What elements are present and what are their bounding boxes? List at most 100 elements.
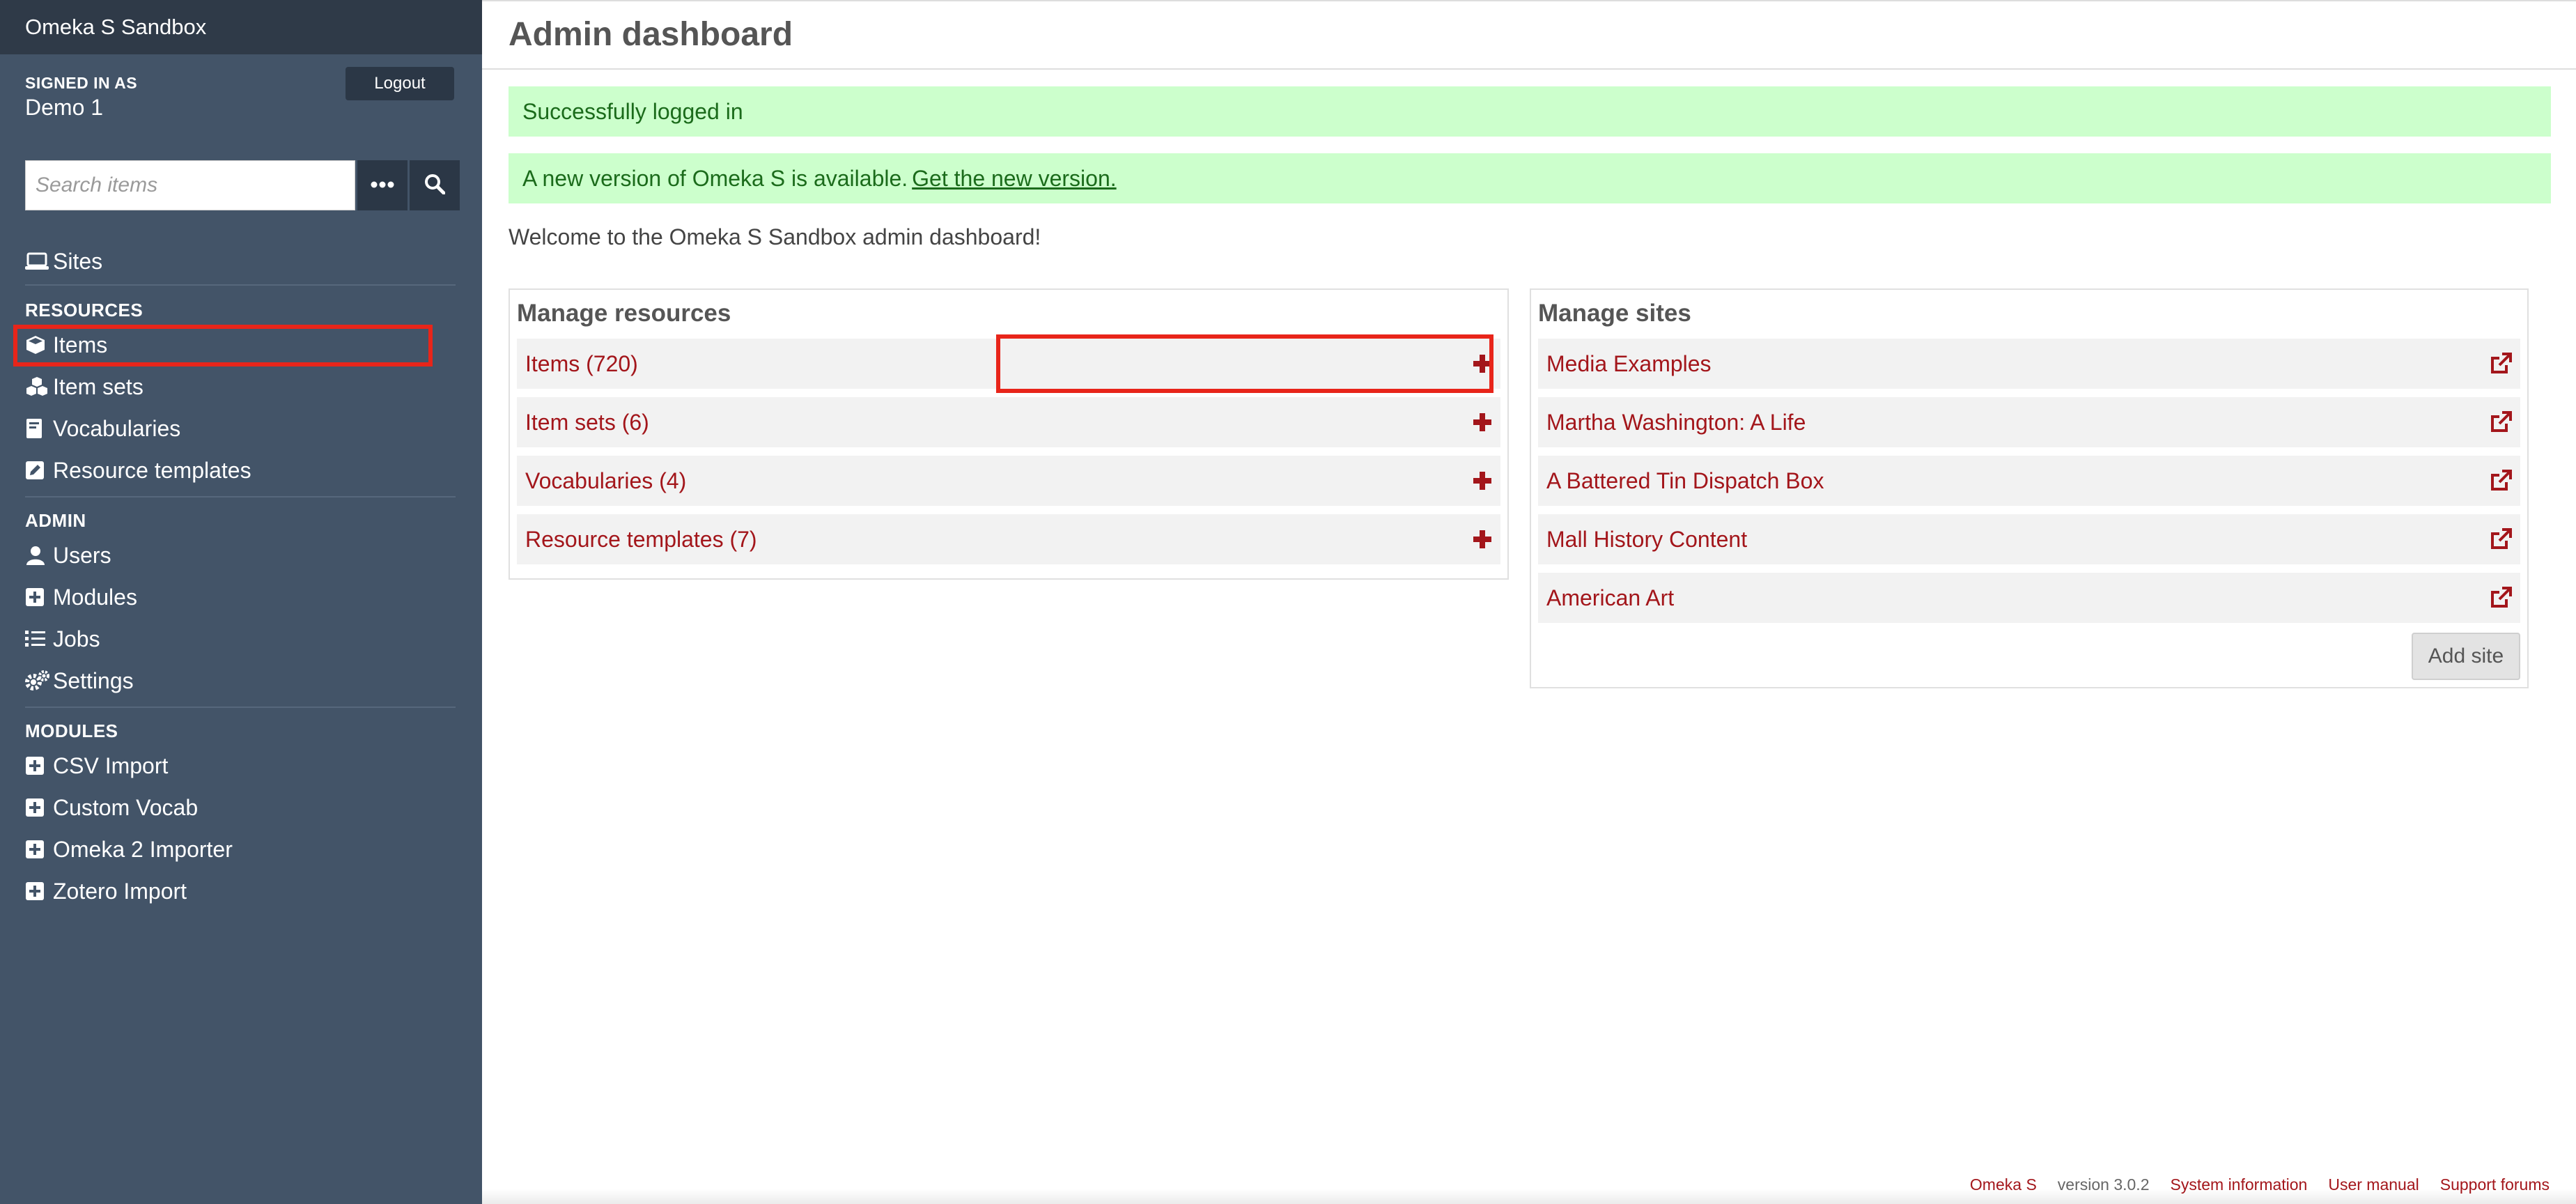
add-site-button[interactable]: Add site <box>2412 633 2520 680</box>
footer-manual-link[interactable]: User manual <box>2328 1175 2419 1194</box>
divider <box>25 496 456 497</box>
site-link[interactable]: A Battered Tin Dispatch Box <box>1546 468 1824 494</box>
footer-version: version 3.0.2 <box>2057 1175 2150 1194</box>
laptop-icon <box>25 252 53 270</box>
manage-resources-panel: Manage resources Items (720) Item sets (… <box>509 288 1509 580</box>
external-link-icon[interactable] <box>2490 528 2512 550</box>
highlight-box <box>13 325 433 366</box>
resource-row-resource-templates[interactable]: Resource templates (7) <box>517 514 1500 564</box>
plus-icon[interactable] <box>1473 530 1492 549</box>
plus-square-icon <box>25 798 53 817</box>
sidebar-item-label: Users <box>53 542 111 568</box>
site-row[interactable]: Mall History Content <box>1538 514 2520 564</box>
update-link[interactable]: Get the new version. <box>912 166 1116 192</box>
site-link[interactable]: Mall History Content <box>1546 527 1747 553</box>
resource-row-item-sets[interactable]: Item sets (6) <box>517 397 1500 447</box>
tasks-icon <box>25 629 53 649</box>
sidebar-item-label: Modules <box>53 584 137 610</box>
divider <box>25 284 456 286</box>
sidebar-item-zotero-import[interactable]: Zotero Import <box>25 875 187 907</box>
site-link[interactable]: Martha Washington: A Life <box>1546 410 1806 435</box>
edit-icon <box>25 461 53 480</box>
footer-system-info-link[interactable]: System information <box>2171 1175 2308 1194</box>
sidebar-item-vocabularies[interactable]: Vocabularies <box>25 412 180 445</box>
welcome-text: Welcome to the Omeka S Sandbox admin das… <box>509 224 1041 249</box>
sidebar-item-label: Vocabularies <box>53 415 181 441</box>
advanced-search-button[interactable] <box>357 160 408 210</box>
main-content: Admin dashboard Successfully logged in A… <box>482 0 2576 1204</box>
cogs-icon <box>25 670 53 691</box>
sidebar-item-label: Resource templates <box>53 457 251 483</box>
highlight-box <box>996 334 1493 393</box>
site-link[interactable]: American Art <box>1546 585 1674 611</box>
manage-sites-panel: Manage sites Media Examples Martha Washi… <box>1530 288 2529 688</box>
sidebar-item-sites[interactable]: Sites <box>25 245 102 277</box>
external-link-icon[interactable] <box>2490 353 2512 375</box>
plus-icon[interactable] <box>1473 412 1492 432</box>
resource-link[interactable]: Resource templates (7) <box>525 527 757 553</box>
user-icon <box>25 545 53 566</box>
update-message-text: A new version of Omeka S is available. <box>522 165 908 191</box>
footer-omeka-link[interactable]: Omeka S <box>1970 1175 2037 1194</box>
divider <box>25 707 456 708</box>
sidebar-item-jobs[interactable]: Jobs <box>25 623 100 655</box>
sidebar-item-users[interactable]: Users <box>25 539 111 571</box>
sidebar-item-csv-import[interactable]: CSV Import <box>25 750 168 782</box>
manage-resources-title: Manage resources <box>517 300 731 327</box>
resource-link[interactable]: Items (720) <box>525 351 638 377</box>
external-link-icon[interactable] <box>2490 587 2512 609</box>
success-message: Successfully logged in <box>509 86 2551 137</box>
plus-square-icon <box>25 756 53 775</box>
sidebar-item-label: Jobs <box>53 626 100 651</box>
sidebar-item-item-sets[interactable]: Item sets <box>25 371 143 403</box>
external-link-icon[interactable] <box>2490 470 2512 492</box>
external-link-icon[interactable] <box>2490 411 2512 433</box>
user-name[interactable]: Demo 1 <box>25 95 103 121</box>
site-row[interactable]: American Art <box>1538 573 2520 623</box>
resource-row-vocabularies[interactable]: Vocabularies (4) <box>517 456 1500 506</box>
footer-forums-link[interactable]: Support forums <box>2440 1175 2550 1194</box>
plus-square-icon <box>25 587 53 607</box>
search-input[interactable] <box>25 160 355 210</box>
sidebar-item-modules[interactable]: Modules <box>25 581 137 613</box>
site-link[interactable]: Media Examples <box>1546 351 1712 377</box>
success-message-text: Successfully logged in <box>522 98 743 124</box>
resource-link[interactable]: Vocabularies (4) <box>525 468 686 494</box>
sidebar: Omeka S Sandbox SIGNED IN AS Demo 1 Logo… <box>0 0 482 1204</box>
plus-square-icon <box>25 881 53 901</box>
logout-button[interactable]: Logout <box>346 67 454 100</box>
section-title-modules: MODULES <box>25 720 118 741</box>
sidebar-item-label: Settings <box>53 667 134 693</box>
manage-sites-title: Manage sites <box>1538 300 1691 327</box>
sidebar-item-label: Omeka 2 Importer <box>53 836 233 862</box>
site-row[interactable]: A Battered Tin Dispatch Box <box>1538 456 2520 506</box>
site-row[interactable]: Martha Washington: A Life <box>1538 397 2520 447</box>
search-submit-button[interactable] <box>410 160 460 210</box>
resource-link[interactable]: Item sets (6) <box>525 410 649 435</box>
sidebar-item-label: CSV Import <box>53 752 169 778</box>
page-title: Admin dashboard <box>509 16 793 53</box>
sidebar-item-omeka-2-importer[interactable]: Omeka 2 Importer <box>25 833 233 865</box>
search-icon <box>424 173 446 198</box>
search-bar <box>25 160 460 210</box>
section-title-admin: ADMIN <box>25 510 86 531</box>
sidebar-item-resource-templates[interactable]: Resource templates <box>25 454 251 486</box>
sidebar-item-label: Sites <box>53 248 103 274</box>
section-title-resources: RESOURCES <box>25 300 143 321</box>
sidebar-item-label: Item sets <box>53 373 143 399</box>
signed-in-label: SIGNED IN AS <box>25 74 138 92</box>
ellipsis-icon <box>371 179 394 192</box>
sidebar-item-custom-vocab[interactable]: Custom Vocab <box>25 792 198 824</box>
divider <box>482 68 2576 70</box>
footer: Omeka S version 3.0.2 System information… <box>1970 1175 2550 1194</box>
sidebar-item-settings[interactable]: Settings <box>25 665 134 697</box>
cubes-icon <box>25 376 53 397</box>
brand-title[interactable]: Omeka S Sandbox <box>0 0 482 54</box>
site-row[interactable]: Media Examples <box>1538 339 2520 389</box>
book-icon <box>25 418 53 439</box>
update-message: A new version of Omeka S is available. G… <box>509 153 2551 203</box>
plus-square-icon <box>25 840 53 859</box>
sidebar-item-label: Custom Vocab <box>53 794 199 820</box>
sidebar-item-label: Zotero Import <box>53 878 187 904</box>
plus-icon[interactable] <box>1473 471 1492 491</box>
